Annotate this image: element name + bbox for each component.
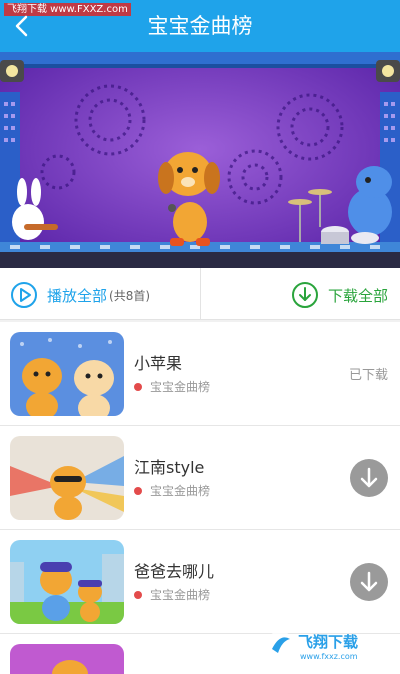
svg-text:飞翔下载: 飞翔下载	[298, 633, 358, 651]
song-thumbnail	[10, 436, 124, 520]
song-album-label: 宝宝金曲榜	[150, 378, 210, 395]
song-row[interactable]: 小苹果 宝宝金曲榜 已下载	[0, 322, 400, 426]
download-button[interactable]	[350, 459, 388, 497]
play-all-count: (共8首)	[109, 287, 150, 304]
song-list: 小苹果 宝宝金曲榜 已下载 江南style 宝宝金曲榜	[0, 322, 400, 674]
play-all-button[interactable]: 播放全部 (共8首)	[10, 281, 150, 309]
song-album: 宝宝金曲榜	[134, 378, 210, 395]
play-all-label: 播放全部	[47, 285, 107, 306]
song-album-label: 宝宝金曲榜	[150, 586, 210, 603]
red-dot-icon	[134, 383, 142, 391]
logo-watermark: 飞翔下载 www.fxxz.com	[264, 627, 394, 663]
banner-illustration	[0, 52, 400, 268]
song-album: 宝宝金曲榜	[134, 586, 210, 603]
downloaded-status: 已下载	[349, 364, 388, 383]
action-bar: 播放全部 (共8首) 下载全部	[0, 268, 400, 320]
red-dot-icon	[134, 591, 142, 599]
svg-text:www.fxxz.com: www.fxxz.com	[300, 652, 358, 661]
download-all-button[interactable]: 下载全部	[291, 281, 388, 309]
download-arrow-icon	[350, 459, 388, 497]
divider	[200, 268, 201, 320]
song-thumbnail	[10, 332, 124, 416]
song-row[interactable]: 爸爸去哪儿 宝宝金曲榜	[0, 530, 400, 634]
song-thumbnail	[10, 644, 124, 674]
song-title: 小苹果	[134, 350, 182, 374]
song-row[interactable]: 江南style 宝宝金曲榜	[0, 426, 400, 530]
download-arrow-icon	[350, 563, 388, 601]
app-header: 飞翔下载 www.FXXZ.com 宝宝金曲榜	[0, 0, 400, 52]
download-button[interactable]	[350, 563, 388, 601]
red-dot-icon	[134, 487, 142, 495]
song-album-label: 宝宝金曲榜	[150, 482, 210, 499]
song-album: 宝宝金曲榜	[134, 482, 210, 499]
download-all-label: 下载全部	[328, 285, 388, 306]
song-thumbnail	[10, 540, 124, 624]
play-circle-icon	[10, 281, 38, 309]
download-circle-icon	[291, 281, 319, 309]
page-title: 宝宝金曲榜	[0, 0, 400, 52]
song-title: 爸爸去哪儿	[134, 558, 214, 582]
song-title: 江南style	[134, 454, 204, 478]
